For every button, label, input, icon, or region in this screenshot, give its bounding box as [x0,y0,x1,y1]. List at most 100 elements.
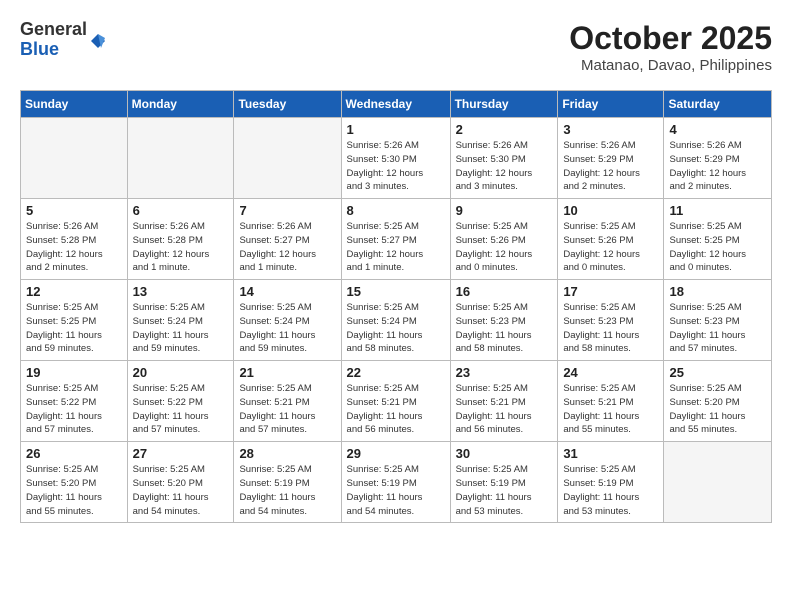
day-info: Sunrise: 5:25 AM Sunset: 5:22 PM Dayligh… [26,382,122,437]
day-info: Sunrise: 5:25 AM Sunset: 5:24 PM Dayligh… [347,301,445,356]
day-number: 4 [669,122,766,137]
day-number: 2 [456,122,553,137]
day-number: 14 [239,284,335,299]
day-info: Sunrise: 5:26 AM Sunset: 5:28 PM Dayligh… [133,220,229,275]
day-info: Sunrise: 5:26 AM Sunset: 5:30 PM Dayligh… [347,139,445,194]
day-number: 31 [563,446,658,461]
calendar-cell: 21 Sunrise: 5:25 AM Sunset: 5:21 PM Dayli… [234,361,341,442]
calendar-cell: 12 Sunrise: 5:25 AM Sunset: 5:25 PM Dayli… [21,280,128,361]
day-number: 15 [347,284,445,299]
day-info: Sunrise: 5:26 AM Sunset: 5:28 PM Dayligh… [26,220,122,275]
logo: General Blue [20,20,107,60]
day-number: 17 [563,284,658,299]
day-info: Sunrise: 5:26 AM Sunset: 5:29 PM Dayligh… [563,139,658,194]
calendar-cell: 24Sunrise: 5:25 AM Sunset: 5:21 PM Dayli… [558,361,664,442]
day-info: Sunrise: 5:26 AM Sunset: 5:30 PM Dayligh… [456,139,553,194]
calendar-cell: 15 Sunrise: 5:25 AM Sunset: 5:24 PM Dayli… [341,280,450,361]
day-info: Sunrise: 5:25 AM Sunset: 5:19 PM Dayligh… [563,463,658,518]
day-info: Sunrise: 5:25 AM Sunset: 5:26 PM Dayligh… [456,220,553,275]
day-number: 12 [26,284,122,299]
calendar-cell: 31 Sunrise: 5:25 AM Sunset: 5:19 PM Dayli… [558,442,664,523]
calendar-cell: 23Sunrise: 5:25 AM Sunset: 5:21 PM Dayli… [450,361,558,442]
calendar-cell [234,118,341,199]
calendar-week-1: 1 Sunrise: 5:26 AM Sunset: 5:30 PM Daylig… [21,118,772,199]
calendar-table: SundayMondayTuesdayWednesdayThursdayFrid… [20,90,772,523]
calendar-cell: 4 Sunrise: 5:26 AM Sunset: 5:29 PM Daylig… [664,118,772,199]
calendar-cell: 27Sunrise: 5:25 AM Sunset: 5:20 PM Dayli… [127,442,234,523]
day-number: 5 [26,203,122,218]
day-info: Sunrise: 5:25 AM Sunset: 5:21 PM Dayligh… [347,382,445,437]
day-info: Sunrise: 5:26 AM Sunset: 5:27 PM Dayligh… [239,220,335,275]
logo-icon [89,32,107,50]
weekday-header-thursday: Thursday [450,91,558,118]
calendar-week-4: 19 Sunrise: 5:25 AM Sunset: 5:22 PM Dayli… [21,361,772,442]
calendar-cell [21,118,128,199]
calendar-cell [664,442,772,523]
day-number: 19 [26,365,122,380]
day-info: Sunrise: 5:25 AM Sunset: 5:27 PM Dayligh… [347,220,445,275]
day-number: 28 [239,446,335,461]
calendar-cell: 22Sunrise: 5:25 AM Sunset: 5:21 PM Dayli… [341,361,450,442]
logo-general: General [20,20,87,40]
calendar-cell: 28 Sunrise: 5:25 AM Sunset: 5:19 PM Dayli… [234,442,341,523]
calendar-cell: 26 Sunrise: 5:25 AM Sunset: 5:20 PM Dayli… [21,442,128,523]
calendar-cell: 8 Sunrise: 5:25 AM Sunset: 5:27 PM Daylig… [341,199,450,280]
day-info: Sunrise: 5:26 AM Sunset: 5:29 PM Dayligh… [669,139,766,194]
weekday-header-tuesday: Tuesday [234,91,341,118]
calendar-cell: 19 Sunrise: 5:25 AM Sunset: 5:22 PM Dayli… [21,361,128,442]
title-block: October 2025 Matanao, Davao, Philippines [569,20,772,74]
calendar-cell: 1 Sunrise: 5:26 AM Sunset: 5:30 PM Daylig… [341,118,450,199]
calendar-cell: 7 Sunrise: 5:26 AM Sunset: 5:27 PM Daylig… [234,199,341,280]
calendar-cell: 14 Sunrise: 5:25 AM Sunset: 5:24 PM Dayli… [234,280,341,361]
day-info: Sunrise: 5:25 AM Sunset: 5:19 PM Dayligh… [239,463,335,518]
day-number: 1 [347,122,445,137]
weekday-header-monday: Monday [127,91,234,118]
day-number: 20 [133,365,229,380]
logo-blue: Blue [20,40,87,60]
day-info: Sunrise: 5:25 AM Sunset: 5:24 PM Dayligh… [133,301,229,356]
calendar-cell: 9 Sunrise: 5:25 AM Sunset: 5:26 PM Daylig… [450,199,558,280]
day-info: Sunrise: 5:25 AM Sunset: 5:25 PM Dayligh… [669,220,766,275]
day-info: Sunrise: 5:25 AM Sunset: 5:24 PM Dayligh… [239,301,335,356]
day-number: 13 [133,284,229,299]
day-number: 21 [239,365,335,380]
calendar-cell: 17 Sunrise: 5:25 AM Sunset: 5:23 PM Dayli… [558,280,664,361]
day-info: Sunrise: 5:25 AM Sunset: 5:26 PM Dayligh… [563,220,658,275]
calendar-cell: 6 Sunrise: 5:26 AM Sunset: 5:28 PM Daylig… [127,199,234,280]
day-info: Sunrise: 5:25 AM Sunset: 5:21 PM Dayligh… [239,382,335,437]
day-number: 3 [563,122,658,137]
day-info: Sunrise: 5:25 AM Sunset: 5:23 PM Dayligh… [456,301,553,356]
calendar-cell: 30 Sunrise: 5:25 AM Sunset: 5:19 PM Dayli… [450,442,558,523]
calendar-week-5: 26 Sunrise: 5:25 AM Sunset: 5:20 PM Dayli… [21,442,772,523]
day-number: 6 [133,203,229,218]
calendar-week-2: 5 Sunrise: 5:26 AM Sunset: 5:28 PM Daylig… [21,199,772,280]
calendar-cell: 5 Sunrise: 5:26 AM Sunset: 5:28 PM Daylig… [21,199,128,280]
calendar-cell: 2 Sunrise: 5:26 AM Sunset: 5:30 PM Daylig… [450,118,558,199]
day-info: Sunrise: 5:25 AM Sunset: 5:20 PM Dayligh… [26,463,122,518]
day-number: 30 [456,446,553,461]
calendar-week-3: 12 Sunrise: 5:25 AM Sunset: 5:25 PM Dayli… [21,280,772,361]
calendar-cell: 13 Sunrise: 5:25 AM Sunset: 5:24 PM Dayli… [127,280,234,361]
page-header: General Blue October 2025 Matanao, Davao… [20,20,772,74]
location-subtitle: Matanao, Davao, Philippines [569,57,772,74]
calendar-cell: 10Sunrise: 5:25 AM Sunset: 5:26 PM Dayli… [558,199,664,280]
day-info: Sunrise: 5:25 AM Sunset: 5:23 PM Dayligh… [669,301,766,356]
weekday-header-friday: Friday [558,91,664,118]
day-number: 26 [26,446,122,461]
day-info: Sunrise: 5:25 AM Sunset: 5:21 PM Dayligh… [563,382,658,437]
day-info: Sunrise: 5:25 AM Sunset: 5:23 PM Dayligh… [563,301,658,356]
day-number: 27 [133,446,229,461]
day-number: 29 [347,446,445,461]
day-info: Sunrise: 5:25 AM Sunset: 5:19 PM Dayligh… [456,463,553,518]
day-number: 9 [456,203,553,218]
calendar-cell: 3 Sunrise: 5:26 AM Sunset: 5:29 PM Daylig… [558,118,664,199]
day-info: Sunrise: 5:25 AM Sunset: 5:25 PM Dayligh… [26,301,122,356]
day-number: 18 [669,284,766,299]
day-number: 7 [239,203,335,218]
day-number: 8 [347,203,445,218]
day-info: Sunrise: 5:25 AM Sunset: 5:19 PM Dayligh… [347,463,445,518]
calendar-cell: 29 Sunrise: 5:25 AM Sunset: 5:19 PM Dayli… [341,442,450,523]
day-info: Sunrise: 5:25 AM Sunset: 5:22 PM Dayligh… [133,382,229,437]
calendar-cell: 16 Sunrise: 5:25 AM Sunset: 5:23 PM Dayli… [450,280,558,361]
day-number: 16 [456,284,553,299]
